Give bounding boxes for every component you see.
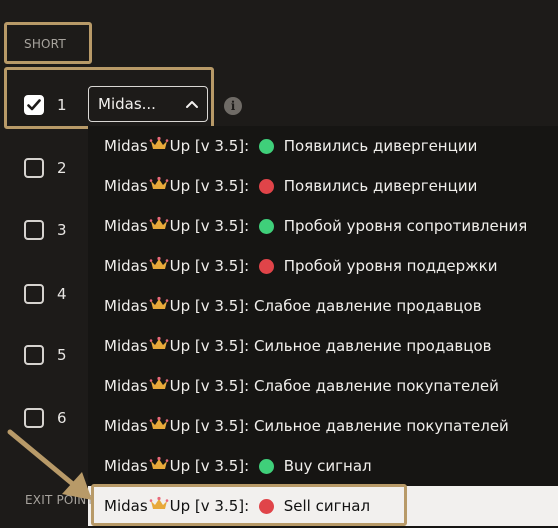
- red-dot-icon: [258, 258, 274, 274]
- row-number: 1: [57, 96, 67, 114]
- row-number: 5: [57, 346, 67, 364]
- info-icon[interactable]: i: [224, 97, 242, 115]
- checkbox-row-6[interactable]: 6: [24, 408, 67, 428]
- checkbox-row-3[interactable]: 3: [24, 220, 67, 240]
- dropdown-option[interactable]: Midas Up [v 3.5]: Пробой уровня сопротивл…: [104, 206, 527, 246]
- dropdown-option[interactable]: Midas Up [v 3.5]: Сильное давление покупа…: [104, 406, 509, 446]
- alert-select[interactable]: Midas...: [88, 86, 208, 122]
- dropdown-option[interactable]: Midas Up [v 3.5]: Слабое давление продавц…: [104, 286, 482, 326]
- crown-icon: [149, 416, 169, 436]
- crown-icon: [149, 136, 169, 156]
- selected-option-highlight: [91, 484, 407, 526]
- checkbox-row-4[interactable]: 4: [24, 284, 67, 304]
- crown-icon: [149, 176, 169, 196]
- green-dot-icon: [258, 218, 274, 234]
- crown-icon: [149, 336, 169, 356]
- checkbox-checked[interactable]: [24, 95, 44, 115]
- checkbox[interactable]: [24, 345, 44, 365]
- crown-icon: [149, 216, 169, 236]
- checkbox-row-1[interactable]: 1: [24, 95, 67, 115]
- dropdown-option[interactable]: Midas Up [v 3.5]: Слабое давление покупат…: [104, 366, 499, 406]
- checkbox-row-5[interactable]: 5: [24, 345, 67, 365]
- row-number: 3: [57, 221, 67, 239]
- checkbox[interactable]: [24, 408, 44, 428]
- dropdown-option[interactable]: Midas Up [v 3.5]: Появились дивергенции: [104, 126, 477, 166]
- select-value: Midas...: [98, 95, 156, 113]
- checkbox[interactable]: [24, 220, 44, 240]
- dropdown-option[interactable]: Midas Up [v 3.5]: Buy сигнал: [104, 446, 372, 486]
- green-dot-icon: [258, 138, 274, 154]
- checkbox[interactable]: [24, 158, 44, 178]
- checkbox[interactable]: [24, 284, 44, 304]
- dropdown-list: Midas Up [v 3.5]: Появились дивергенции M…: [88, 126, 558, 528]
- section-label-exit-point: EXIT POINT: [25, 493, 95, 507]
- checkmark-icon: [27, 99, 41, 111]
- crown-icon: [149, 456, 169, 476]
- section-label-short: SHORT: [24, 37, 66, 51]
- crown-icon: [149, 296, 169, 316]
- row-number: 4: [57, 285, 67, 303]
- dropdown-option[interactable]: Midas Up [v 3.5]: Сильное давление продав…: [104, 326, 492, 366]
- red-dot-icon: [258, 178, 274, 194]
- row-number: 2: [57, 159, 67, 177]
- checkbox-row-2[interactable]: 2: [24, 158, 67, 178]
- crown-icon: [149, 376, 169, 396]
- dropdown-option[interactable]: Midas Up [v 3.5]: Пробой уровня поддержки: [104, 246, 497, 286]
- chevron-up-icon: [186, 101, 198, 108]
- green-dot-icon: [258, 458, 274, 474]
- crown-icon: [149, 256, 169, 276]
- row-number: 6: [57, 409, 67, 427]
- dropdown-option[interactable]: Midas Up [v 3.5]: Появились дивергенции: [104, 166, 477, 206]
